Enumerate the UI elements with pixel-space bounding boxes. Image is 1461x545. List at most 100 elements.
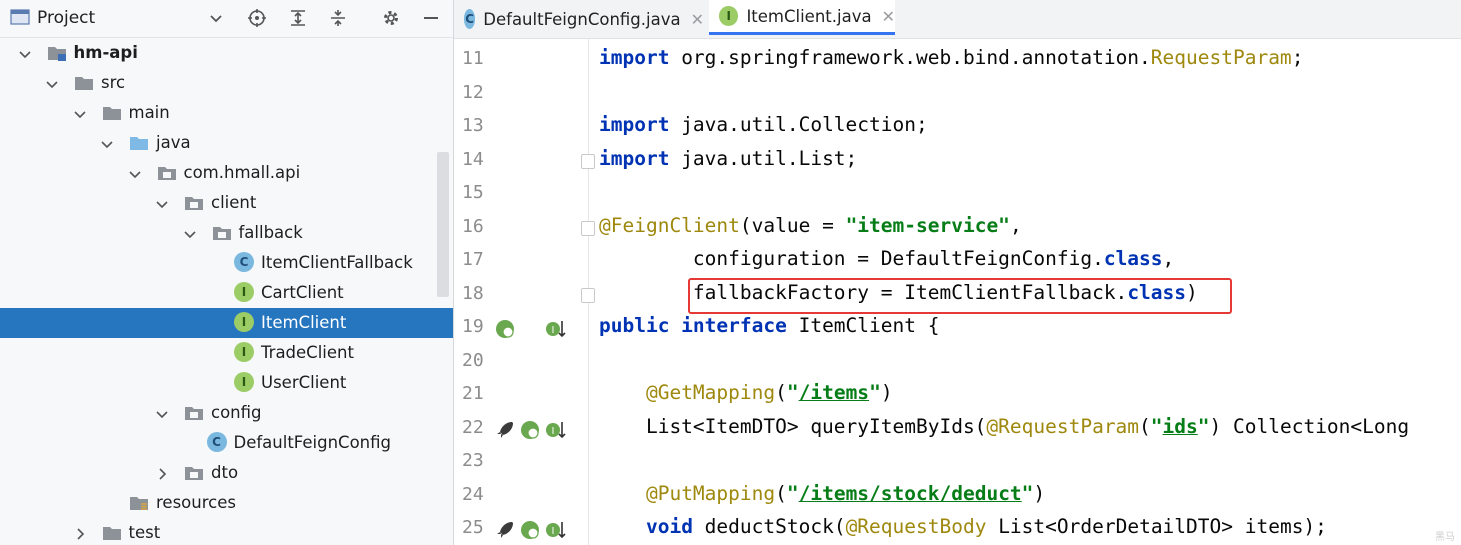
chevron-down-icon[interactable]	[73, 106, 87, 120]
source-folder-icon	[129, 133, 149, 153]
tree-item-client[interactable]: client	[0, 188, 453, 218]
tree-item-label: resources	[156, 493, 236, 512]
svg-text:I: I	[552, 325, 555, 336]
locate-icon[interactable]	[244, 5, 270, 31]
code-token: import	[599, 146, 682, 170]
code-token: ;	[1291, 46, 1304, 69]
chevron-down-icon[interactable]	[18, 46, 32, 60]
tree-item-label: CartClient	[261, 283, 344, 302]
endpoint-icon[interactable]	[494, 519, 516, 541]
code-token: "	[786, 381, 799, 404]
line-number: 13	[462, 115, 484, 136]
tree-item-defaultfeignconfig[interactable]: C DefaultFeignConfig	[0, 428, 453, 458]
tree-item-cartclient[interactable]: I CartClient	[0, 278, 453, 308]
code-token: )	[1033, 481, 1046, 505]
tab-defaultfeignconfig-java[interactable]: C DefaultFeignConfig.java ✕	[454, 0, 704, 38]
tree-scrollbar[interactable]	[437, 152, 449, 297]
code-token: (value =	[739, 213, 846, 237]
code-token: @FeignClient	[599, 213, 740, 237]
code-token: import	[599, 46, 682, 69]
tree-item-itemclientfallback[interactable]: C ItemClientFallback	[0, 248, 453, 278]
implemented-icon[interactable]: I	[544, 318, 566, 340]
code-token: void	[645, 515, 693, 538]
chevron-down-icon[interactable]	[128, 166, 142, 180]
code-token: java.util.List;	[681, 146, 858, 170]
code-token: List<OrderDetailDTO> items);	[986, 515, 1327, 538]
collapse-all-icon[interactable]	[325, 5, 351, 31]
code-token: import	[599, 113, 682, 136]
fold-marker-icon[interactable]	[581, 153, 595, 169]
tree-item-fallback[interactable]: fallback	[0, 218, 453, 248]
chevron-down-icon[interactable]	[183, 226, 197, 240]
code-token: (	[1139, 414, 1151, 438]
settings-icon[interactable]	[378, 5, 404, 31]
code-line[interactable]: import java.util.List;	[599, 147, 857, 170]
code-line[interactable]: configuration = DefaultFeignConfig.class…	[599, 247, 1174, 270]
fold-marker-icon[interactable]	[581, 287, 595, 303]
tree-item-resources[interactable]: resources	[0, 488, 453, 518]
implemented-icon[interactable]: I	[544, 419, 566, 441]
editor-gutter: 11 12 13 14 15 16 17 18 19 20 21 22 23 24 25 I I I	[454, 39, 595, 545]
tree-item-config[interactable]: config	[0, 398, 453, 428]
tree-item-java[interactable]: java	[0, 128, 453, 158]
code-token: /items/stock/deduct	[798, 481, 1022, 505]
chevron-right-icon[interactable]	[73, 526, 87, 540]
class-icon: C	[234, 252, 254, 272]
code-line[interactable]: import org.springframework.web.bind.anno…	[599, 46, 1303, 69]
tree-item-dto[interactable]: dto	[0, 458, 453, 488]
interface-icon: I	[719, 6, 739, 26]
code-line[interactable]: @GetMapping("/items")	[599, 381, 893, 404]
tree-item-label: UserClient	[261, 373, 347, 392]
line-number: 15	[462, 182, 484, 203]
code-token: class	[1103, 247, 1163, 270]
fold-marker-icon[interactable]	[581, 220, 595, 236]
project-view-icon	[10, 9, 30, 25]
tree-item-label: ItemClientFallback	[261, 253, 413, 272]
chevron-down-icon[interactable]	[155, 196, 169, 210]
code-token: ids	[1162, 414, 1198, 438]
tree-item-com-hmall-api[interactable]: com.hmall.api	[0, 158, 453, 188]
tree-item-label: com.hmall.api	[183, 163, 301, 182]
chevron-down-icon[interactable]	[45, 76, 59, 90]
close-icon[interactable]: ✕	[882, 7, 895, 26]
spring-bean-icon[interactable]	[519, 419, 541, 441]
close-icon[interactable]: ✕	[691, 10, 704, 29]
code-line[interactable]: import java.util.Collection;	[599, 113, 928, 136]
class-icon: C	[206, 432, 227, 452]
hide-icon[interactable]	[418, 5, 444, 31]
tab-label: DefaultFeignConfig.java	[483, 9, 681, 29]
spring-bean-icon[interactable]	[494, 318, 516, 340]
code-token: (	[775, 381, 787, 404]
tree-item-itemclient[interactable]: I ItemClient	[0, 308, 453, 338]
code-token: "	[1150, 414, 1163, 438]
implemented-icon[interactable]: I	[544, 519, 566, 541]
project-panel: Project hm-api src main java com.hmall.api cl…	[0, 0, 454, 545]
tree-item-tradeclient[interactable]: I TradeClient	[0, 338, 453, 368]
tree-item-hm-api[interactable]: hm-api	[0, 38, 453, 68]
spring-bean-icon[interactable]	[519, 519, 541, 541]
code-line[interactable]: public interface ItemClient {	[599, 314, 939, 337]
tree-item-src[interactable]: src	[0, 68, 453, 98]
chevron-down-icon[interactable]	[203, 5, 229, 31]
code-line[interactable]: List<ItemDTO> queryItemByIds(@RequestPar…	[599, 415, 1409, 438]
tree-item-main[interactable]: main	[0, 98, 453, 128]
tree-item-userclient[interactable]: I UserClient	[0, 368, 453, 398]
chevron-down-icon[interactable]	[100, 136, 114, 150]
code-line[interactable]: @PutMapping("/items/stock/deduct")	[599, 482, 1045, 505]
tab-itemclient-java[interactable]: I ItemClient.java ✕	[709, 0, 895, 35]
chevron-down-icon[interactable]	[155, 406, 169, 420]
code-line[interactable]: @FeignClient(value = "item-service",	[599, 214, 1022, 237]
package-icon	[157, 163, 177, 183]
code-token: "	[786, 481, 799, 505]
expand-all-icon[interactable]	[285, 5, 311, 31]
endpoint-icon[interactable]	[494, 419, 516, 441]
code-token: configuration = DefaultFeignConfig.	[599, 247, 1104, 270]
tree-item-label: java	[156, 133, 191, 152]
code-token: "	[1197, 414, 1210, 438]
tree-item-label: config	[211, 403, 262, 422]
code-token: "	[869, 381, 881, 404]
chevron-right-icon[interactable]	[155, 466, 169, 480]
tree-item-test[interactable]: test	[0, 518, 453, 545]
code-line[interactable]: void deductStock(@RequestBody List<Order…	[599, 515, 1327, 538]
folder-icon	[74, 73, 94, 93]
